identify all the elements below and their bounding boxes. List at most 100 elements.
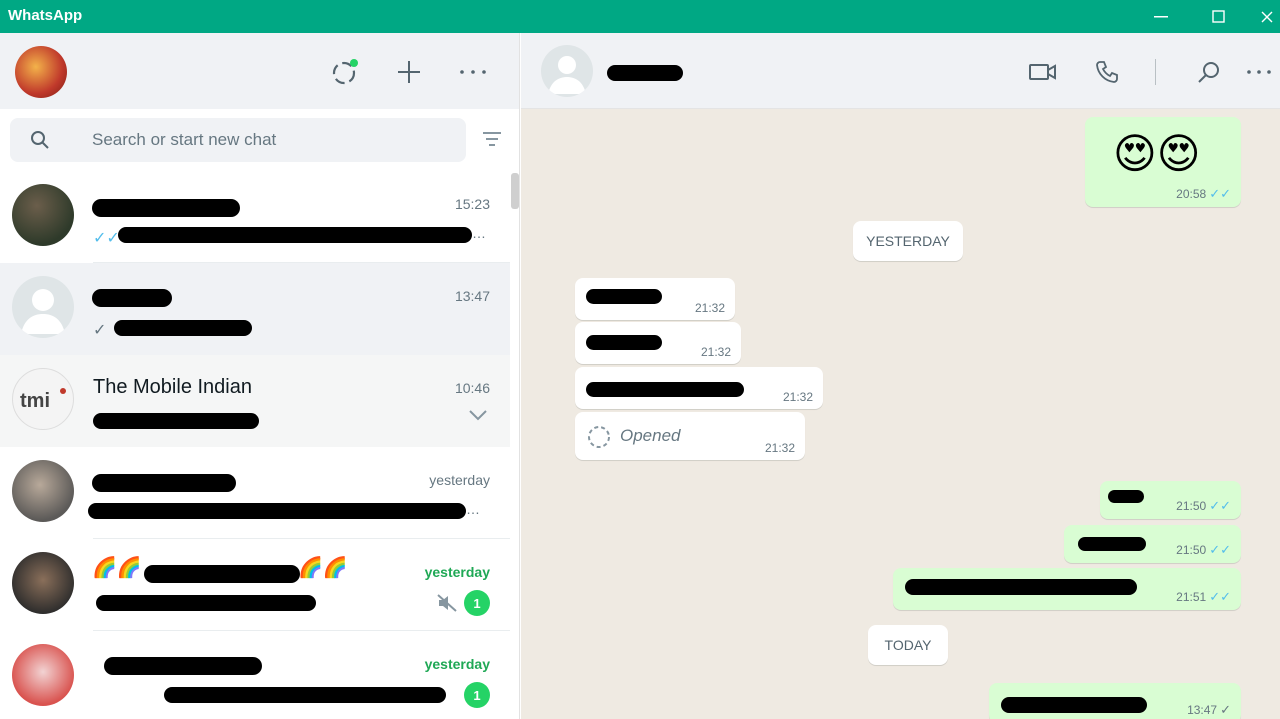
minimize-button[interactable] [1138,0,1184,33]
message-time: 21:51 ✓✓ [1176,589,1231,604]
menu-icon[interactable] [458,57,488,87]
chat-time: yesterday [429,472,490,488]
redacted-message [1108,490,1144,503]
redacted-preview [114,320,252,336]
chat-name: The Mobile Indian [93,376,252,398]
sent-tick-icon: ✓ [1220,702,1231,717]
avatar [12,552,74,614]
video-call-icon[interactable] [1028,57,1058,87]
chat-item[interactable]: 🌈🌈 🌈🌈 yesterday 1 [0,539,510,631]
redacted-preview [96,595,316,611]
close-icon [1261,11,1273,22]
default-avatar-icon [548,56,586,94]
search-box[interactable] [10,118,466,162]
rainbow-icon: 🌈🌈 [92,557,142,579]
chat-time: yesterday [424,656,490,672]
contact-avatar[interactable] [541,45,593,97]
date-separator: YESTERDAY [853,221,963,261]
message-outgoing[interactable]: 21:50 ✓✓ [1100,481,1241,519]
app-title: WhatsApp [8,7,83,24]
message-incoming[interactable]: 21:32 [575,278,735,320]
chat-item[interactable]: yesterday 1 [0,631,510,719]
redacted-message [586,289,662,304]
conversation-header [521,33,1280,109]
message-time: 21:32 [694,301,725,315]
maximize-button[interactable] [1196,0,1242,33]
scroll-thumb[interactable] [511,173,519,209]
chat-list-scrollbar[interactable] [510,171,519,719]
search-input[interactable] [92,118,452,162]
unread-badge: 1 [464,682,490,708]
message-incoming[interactable]: 21:32 [575,322,741,364]
avatar: tmi [12,368,74,430]
search-row [0,109,519,171]
my-profile-avatar[interactable] [15,46,67,98]
chat-list-panel: 15:23 ✓✓ … 13:47 ✓ tmi The Mobile Indian… [0,33,520,719]
title-bar: WhatsApp [0,0,1280,33]
ellipsis: … [472,225,486,241]
avatar [12,460,74,522]
maximize-icon [1212,9,1225,23]
message-incoming[interactable]: 21:32 [575,367,823,409]
search-messages-icon[interactable] [1194,57,1224,87]
redacted-preview [88,503,466,519]
header-separator [1155,59,1156,85]
unread-badge: 1 [464,590,490,616]
new-chat-icon[interactable] [394,57,424,87]
read-ticks-icon: ✓✓ [1209,186,1231,201]
chat-item[interactable]: yesterday … [0,447,510,539]
redacted-preview [118,227,472,243]
status-icon[interactable] [330,57,360,87]
avatar [12,184,74,246]
redacted-name [144,565,300,583]
message-time: 20:58 ✓✓ [1176,186,1231,201]
message-view-once[interactable]: Opened 21:32 [575,412,805,460]
message-outgoing[interactable]: 😍😍 20:58 ✓✓ [1085,117,1241,207]
redacted-contact-name[interactable] [607,65,683,81]
search-icon [31,131,49,149]
chat-list: 15:23 ✓✓ … 13:47 ✓ tmi The Mobile Indian… [0,171,510,719]
redacted-message [1078,537,1146,551]
ellipsis: … [466,501,480,517]
date-separator: TODAY [868,625,948,665]
chat-time: 13:47 [454,288,490,304]
message-outgoing[interactable]: 21:50 ✓✓ [1064,525,1241,563]
filter-icon[interactable] [481,130,503,150]
redacted-preview [164,687,446,703]
message-time: 13:47 ✓ [1187,702,1231,717]
read-ticks-icon: ✓✓ [1209,542,1231,557]
redacted-name [92,474,236,492]
read-ticks-icon: ✓✓ [1209,498,1231,513]
conversation-menu-icon[interactable] [1244,57,1274,87]
sidebar-header [0,33,519,109]
chat-item[interactable]: tmi The Mobile Indian 10:46 [0,355,510,447]
message-time: 21:50 ✓✓ [1176,542,1231,557]
redacted-message [905,579,1137,595]
message-outgoing[interactable]: 13:47 ✓ [989,683,1241,719]
voice-call-icon[interactable] [1092,57,1122,87]
redacted-message [586,335,662,350]
redacted-message [586,382,744,397]
svg-text:tmi: tmi [20,390,50,412]
avatar [12,276,74,338]
redacted-name [92,199,240,217]
redacted-name [92,289,172,307]
message-time: 21:32 [764,441,795,455]
message-time: 21:32 [782,390,813,404]
read-ticks-icon: ✓✓ [93,230,120,247]
chat-time: 15:23 [454,196,490,212]
chat-time: 10:46 [454,380,490,396]
redacted-name [104,657,262,675]
redacted-message [1001,697,1147,713]
tmi-logo: tmi [20,388,66,412]
close-button[interactable] [1254,0,1280,33]
chevron-down-icon[interactable] [468,409,488,421]
conversation-panel: 😍😍 20:58 ✓✓ YESTERDAY 21:32 21:32 21:32 O… [521,33,1280,719]
view-once-icon [588,426,610,448]
chat-item[interactable]: 15:23 ✓✓ … [0,171,510,263]
sent-tick-icon: ✓ [93,322,107,339]
chat-item-selected[interactable]: 13:47 ✓ [0,263,510,355]
message-emoji: 😍😍 [1113,130,1201,177]
rainbow-icon: 🌈🌈 [298,557,348,579]
message-outgoing[interactable]: 21:51 ✓✓ [893,568,1241,610]
